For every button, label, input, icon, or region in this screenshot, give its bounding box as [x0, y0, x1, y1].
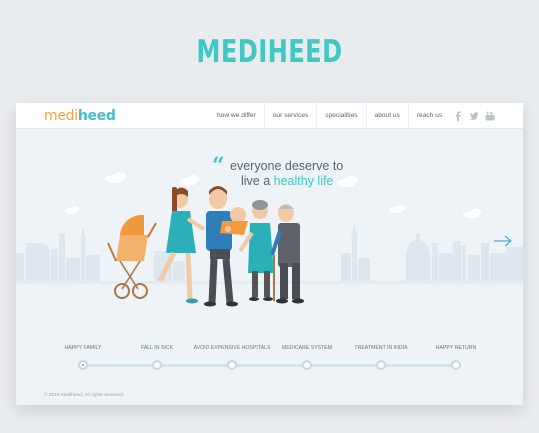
facebook-icon[interactable]	[453, 111, 463, 121]
youtube-icon[interactable]	[485, 111, 495, 121]
social-links	[453, 111, 495, 121]
journey-timeline: HAPPY FAMILY FALL IN SICK AVOID EXPENSIV…	[16, 343, 523, 383]
nav-item-our-services[interactable]: our services	[263, 103, 317, 129]
cloud	[337, 176, 358, 187]
nav-item-specialities[interactable]: specialities	[316, 103, 365, 129]
website-frame: mediheed how we differ our services spec…	[16, 103, 523, 405]
logo-part-medi: medi	[44, 108, 78, 124]
tagline-prefix: live a	[241, 174, 274, 188]
timeline-dot[interactable]	[152, 360, 162, 370]
cloud	[65, 206, 79, 214]
city-skyline-left	[16, 227, 185, 283]
cloud	[180, 175, 199, 186]
timeline-dot[interactable]	[451, 360, 461, 370]
footer-copyright: © 2015 Mediheed. All rights reserved.	[44, 393, 125, 398]
nav-item-how-we-differ[interactable]: how we differ	[209, 103, 264, 129]
timeline-dot[interactable]	[376, 360, 386, 370]
twitter-icon[interactable]	[469, 111, 479, 121]
timeline-dot[interactable]	[302, 360, 312, 370]
hero-tagline-line2: live a healthy life	[241, 174, 333, 188]
logo-part-heed: heed	[77, 108, 116, 124]
timeline-dot-active[interactable]	[78, 360, 88, 370]
next-arrow-icon[interactable]	[493, 235, 513, 247]
cloud	[463, 208, 481, 219]
cloud	[105, 172, 126, 183]
timeline-dot[interactable]	[227, 360, 237, 370]
brand-title: MEDIHEED	[196, 34, 343, 70]
tagline-highlight: healthy life	[273, 174, 334, 188]
grandfather-figure	[270, 204, 304, 304]
top-navigation: mediheed how we differ our services spec…	[16, 103, 523, 129]
man-figure	[204, 186, 238, 307]
city-skyline-right	[341, 223, 523, 283]
timeline-step-label: HAPPY RETURN	[435, 345, 477, 351]
cloud	[389, 205, 406, 213]
logo[interactable]: mediheed	[44, 108, 116, 124]
baby-stroller	[107, 214, 157, 299]
nav-item-about-us[interactable]: about us	[365, 103, 408, 129]
nav-item-reach-us[interactable]: reach us	[407, 103, 450, 129]
quote-icon: “	[212, 153, 225, 179]
hero-tagline-line1: everyone deserve to	[230, 159, 344, 173]
nav-menu: how we differ our services specialities …	[209, 103, 450, 129]
timeline-step-happy-return[interactable]: HAPPY RETURN	[411, 343, 501, 370]
